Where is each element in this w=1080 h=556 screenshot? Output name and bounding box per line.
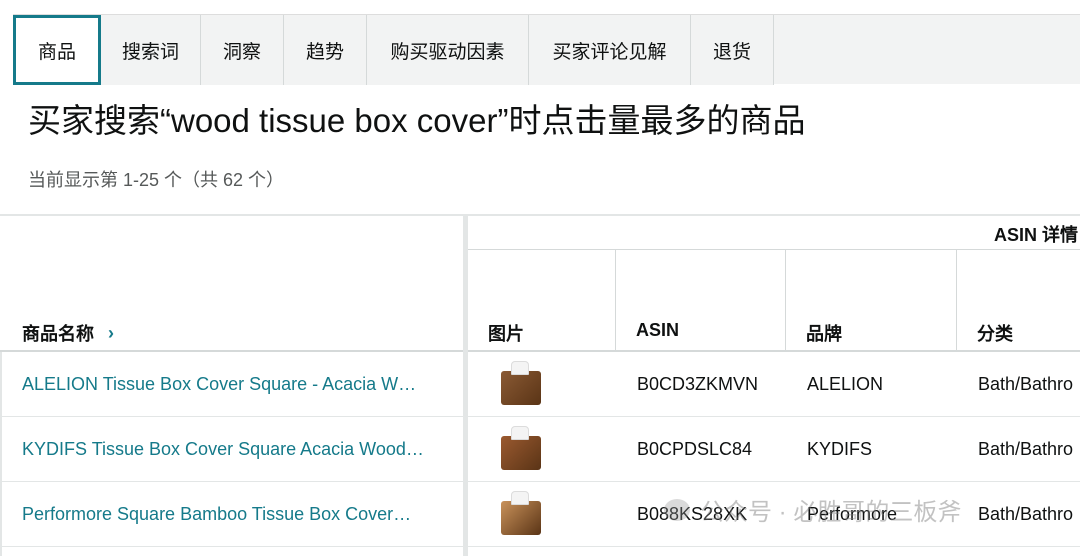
column-label-category: 分类 xyxy=(977,324,1013,344)
category-value: Bath/Bathro xyxy=(978,438,1074,459)
tabs: 商品 搜索词 洞察 趋势 购买驱动因素 买家评论见解 退货 xyxy=(13,14,1080,85)
thumb-box xyxy=(501,371,541,405)
thumb-tissue xyxy=(511,361,529,375)
thumb-tissue xyxy=(511,491,529,505)
page-title: 买家搜索“wood tissue box cover”时点击量最多的商品 xyxy=(28,102,806,139)
wechat-icon xyxy=(664,498,690,521)
tab-returns[interactable]: 退货 xyxy=(691,15,774,85)
tab-bar: 商品 搜索词 洞察 趋势 购买驱动因素 买家评论见解 退货 xyxy=(0,0,1080,85)
name-header-cell: 商品名称 › xyxy=(0,216,463,352)
asin-details-label: ASIN 详情 xyxy=(994,225,1079,245)
column-label-image: 图片 xyxy=(488,324,524,344)
tab-insights[interactable]: 洞察 xyxy=(201,15,284,85)
tab-search-terms[interactable]: 搜索词 xyxy=(101,15,201,85)
column-label-brand: 品牌 xyxy=(806,324,842,344)
thumb-tissue xyxy=(511,426,529,440)
table-row: ALELION Tissue Box Cover Square - Acacia… xyxy=(0,352,1080,417)
tab-purchase-drivers[interactable]: 购买驱动因素 xyxy=(367,15,529,85)
name-column-header[interactable]: 商品名称 › xyxy=(22,320,114,346)
watermark-text: 公众号 · 必胜哥的三板斧 xyxy=(700,499,962,526)
column-header-image[interactable]: 图片 xyxy=(468,250,616,352)
product-thumbnail[interactable] xyxy=(490,352,550,416)
asin-details-group-header: ASIN 详情 xyxy=(468,216,1080,250)
brand-value: ALELION xyxy=(807,373,884,394)
column-label-asin: ASIN xyxy=(636,320,680,340)
tissue-box-image xyxy=(497,361,543,407)
tab-customer-reviews[interactable]: 买家评论见解 xyxy=(529,15,691,85)
column-header-asin[interactable]: ASIN xyxy=(616,250,786,352)
table-row: KYDIFS Tissue Box Cover Square Acacia Wo… xyxy=(0,417,1080,482)
column-header-category[interactable]: 分类 xyxy=(957,250,1080,352)
thumb-box xyxy=(501,501,541,535)
category-value: Bath/Bathro xyxy=(978,373,1074,394)
tissue-box-image xyxy=(497,426,543,472)
asin-value: B0CD3ZKMVN xyxy=(637,373,759,394)
category-value: Bath/Bathro xyxy=(978,503,1074,524)
tissue-box-image xyxy=(497,491,543,537)
product-name-link[interactable]: KYDIFS Tissue Box Cover Square Acacia Wo… xyxy=(22,417,447,481)
product-name-link[interactable]: Performore Square Bamboo Tissue Box Cove… xyxy=(22,482,447,546)
asin-value: B0CPDSLC84 xyxy=(637,438,753,459)
product-thumbnail[interactable] xyxy=(490,417,550,481)
thumb-box xyxy=(501,436,541,470)
name-column-label: 商品名称 xyxy=(22,324,94,344)
brand-value: KYDIFS xyxy=(807,438,873,459)
tab-products[interactable]: 商品 xyxy=(13,15,101,85)
result-count: 当前显示第 1-25 个（共 62 个） xyxy=(28,170,285,190)
watermark: 公众号 · 必胜哥的三板斧 xyxy=(664,492,961,527)
column-header-brand[interactable]: 品牌 xyxy=(786,250,957,352)
product-thumbnail[interactable] xyxy=(490,482,550,546)
product-name-link[interactable]: ALELION Tissue Box Cover Square - Acacia… xyxy=(22,352,447,416)
chevron-right-icon[interactable]: › xyxy=(108,323,114,344)
tab-trends[interactable]: 趋势 xyxy=(284,15,367,85)
